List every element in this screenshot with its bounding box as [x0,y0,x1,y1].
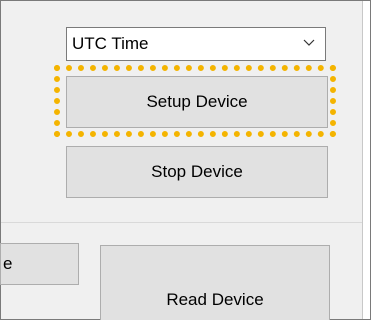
chevron-down-icon [303,39,315,46]
read-device-button[interactable]: Read Device [100,245,330,320]
time-mode-select[interactable]: UTC Time [66,27,326,61]
window-edge [362,1,370,319]
stop-device-button[interactable]: Stop Device [66,146,328,198]
setup-device-button[interactable]: Setup Device [66,76,328,128]
time-mode-value: UTC Time [72,34,149,53]
partially-visible-button[interactable]: e [0,243,79,285]
